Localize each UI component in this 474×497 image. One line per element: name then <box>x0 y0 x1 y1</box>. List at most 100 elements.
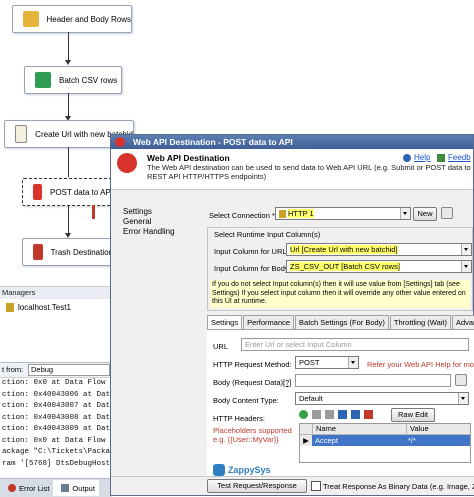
tab-label: Error List <box>19 483 50 493</box>
tab-batch-settings[interactable]: Batch Settings (For Body) <box>295 315 389 329</box>
tab-throttling[interactable]: Throttling (Wait) <box>389 315 451 329</box>
chevron-down-icon <box>400 208 410 219</box>
table-row[interactable]: ▶ Accept */* <box>300 435 470 446</box>
brand-logo: ZappySys <box>213 464 271 476</box>
output-line: ction: 0x40043009 at Data <box>2 425 115 433</box>
output-pane: t from: Debug ction: 0x0 at Data Flow Ta… <box>0 362 120 481</box>
grid-header-row: Name Value <box>300 424 470 435</box>
copy-icon[interactable] <box>338 410 347 419</box>
body-column-label: Input Column for Body <box>214 264 289 273</box>
bottom-tabs: Error List Output <box>0 478 112 497</box>
nav-general[interactable]: General <box>123 217 175 227</box>
tab-label: Output <box>72 483 95 493</box>
data-flow-icon <box>23 11 39 27</box>
method-label: HTTP Request Method: <box>213 360 292 369</box>
connection-item[interactable]: localhost.Test1 <box>0 299 112 312</box>
nav-settings[interactable]: Settings <box>123 207 175 217</box>
move-down-icon[interactable] <box>325 410 334 419</box>
delete-icon[interactable] <box>364 410 373 419</box>
url-label: URL <box>213 342 229 351</box>
chevron-down-icon <box>348 357 358 368</box>
placeholder-example: e.g. {{User::MyVar}} <box>213 435 279 444</box>
output-line: ction: 0x0 at Data Flow Ta <box>2 436 120 445</box>
error-output-arrow[interactable] <box>92 205 95 219</box>
output-toolbar: t from: Debug <box>0 363 112 378</box>
task-label: Trash Destination <box>50 247 113 257</box>
headers-grid: Name Value ▶ Accept */* <box>299 423 471 463</box>
url-column-select[interactable]: Url [Create Url with new batchid] <box>286 243 472 256</box>
settings-tabs: Settings Performance Batch Settings (For… <box>207 315 474 330</box>
method-select[interactable]: POST <box>295 356 359 369</box>
move-up-icon[interactable] <box>312 410 321 419</box>
body-column-select[interactable]: ZS_CSV_OUT [Batch CSV rows] <box>286 260 472 273</box>
edit-connection-icon[interactable] <box>441 207 453 219</box>
edit-body-icon[interactable] <box>455 374 467 386</box>
row-selector-icon: ▶ <box>300 435 312 446</box>
web-api-icon <box>115 137 125 147</box>
feedback-link[interactable]: Feedb <box>437 153 471 162</box>
task-label: Batch CSV rows <box>59 75 118 85</box>
header-title: Web API Destination <box>147 153 230 163</box>
output-source-label: t from: <box>2 365 24 374</box>
tab-settings[interactable]: Settings <box>207 315 243 330</box>
output-line: ction: 0x40043006 at Data <box>2 390 115 399</box>
body-help-link[interactable]: [?] <box>283 378 291 387</box>
web-api-icon <box>117 153 137 173</box>
tab-output[interactable]: Output <box>53 480 99 496</box>
chevron-down-icon <box>461 244 471 255</box>
binary-checkbox[interactable] <box>311 481 321 491</box>
runtime-input-group: Select Runtime Input Column(s) Input Col… <box>207 227 473 311</box>
dialog-header: Web API Destination Help Feedb The Web A… <box>111 149 473 190</box>
managers-header: Managers <box>0 287 112 299</box>
headers-toolbar <box>299 410 377 419</box>
connection-icon <box>279 210 286 219</box>
trash-icon <box>33 244 43 260</box>
tab-advanced[interactable]: Advanced <box>452 315 474 329</box>
connector-arrow <box>65 60 71 65</box>
url-input[interactable]: Enter Url or select Input Column <box>241 338 469 351</box>
new-button[interactable]: New <box>413 207 437 221</box>
connection-managers-pane: Managers localhost.Test1 <box>0 286 112 343</box>
method-hint: Refer your Web API Help for more info. <box>367 360 474 369</box>
output-line: ction: 0x40043007 at Data <box>2 402 115 410</box>
connection-select[interactable]: HTTP 1 <box>275 207 411 220</box>
runtime-group-title: Select Runtime Input Column(s) <box>214 230 321 239</box>
output-line: ction: 0x0 at Data Flow Ta <box>2 379 120 387</box>
task-trash-destination[interactable]: Trash Destination <box>22 238 114 266</box>
task-header-and-body-rows[interactable]: Header and Body Rows <box>12 5 132 33</box>
web-api-destination-dialog: Web API Destination - POST data to API W… <box>110 134 474 496</box>
task-post-data-to-api[interactable]: POST data to API <box>22 178 114 206</box>
connector-line <box>68 205 69 235</box>
dialog-titlebar: Web API Destination - POST data to API <box>111 135 473 149</box>
help-link[interactable]: Help <box>403 153 430 162</box>
left-navigation: Settings General Error Handling <box>123 207 175 237</box>
body-input[interactable] <box>295 374 451 387</box>
grid-col-value: Value <box>410 424 429 433</box>
content-type-select[interactable]: Default <box>295 392 469 405</box>
nav-error-handling[interactable]: Error Handling <box>123 227 175 237</box>
script-icon <box>15 125 28 143</box>
task-batch-csv-rows[interactable]: Batch CSV rows <box>24 66 122 94</box>
test-request-button[interactable]: Test Request/Response <box>207 479 307 493</box>
add-icon[interactable] <box>299 410 308 419</box>
help-icon <box>403 153 411 162</box>
grid-cell-name[interactable]: Accept <box>312 435 405 446</box>
zappysys-logo-icon <box>213 464 225 476</box>
grid-cell-value[interactable]: */* <box>405 435 416 446</box>
connector-line <box>68 32 69 62</box>
tab-performance[interactable]: Performance <box>243 315 295 329</box>
grid-col-name: Name <box>313 424 407 434</box>
body-label: Body (Request Data): <box>213 378 286 387</box>
settings-tab-body: URL Enter Url or select Input Column HTT… <box>207 329 474 482</box>
output-icon <box>61 484 70 492</box>
web-api-icon <box>33 184 42 200</box>
dialog-title: Web API Destination - POST data to API <box>133 137 293 147</box>
chevron-down-icon <box>458 393 468 404</box>
paste-icon[interactable] <box>351 410 360 419</box>
raw-edit-button[interactable]: Raw Edit <box>391 408 435 422</box>
error-icon <box>8 484 16 492</box>
header-description: The Web API destination can be used to s… <box>147 163 471 181</box>
output-source-select[interactable]: Debug <box>28 364 110 376</box>
tab-error-list[interactable]: Error List <box>0 484 49 493</box>
url-column-label: Input Column for URL <box>214 247 287 256</box>
